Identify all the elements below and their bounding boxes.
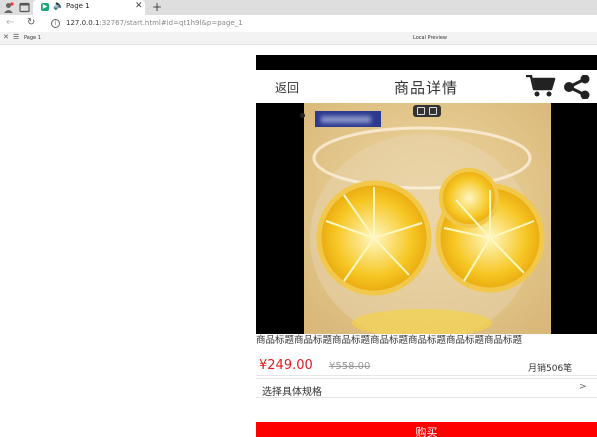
status-bar <box>256 55 597 70</box>
buy-button[interactable]: 购买 <box>256 422 597 437</box>
video-icon[interactable] <box>429 107 437 115</box>
new-tab-button[interactable]: + <box>152 0 162 15</box>
tab-actions-icon[interactable] <box>19 2 30 13</box>
spec-label: 选择具体规格 <box>262 387 322 398</box>
product-media[interactable] <box>256 103 597 334</box>
cart-icon[interactable] <box>526 75 556 97</box>
menu-icon[interactable]: ☰ <box>13 33 19 41</box>
page-selector[interactable]: Page 1 <box>24 35 41 41</box>
page-title: 商品详情 <box>394 79 459 97</box>
phone-preview: 返回 商品详情 商品标题商品标题商品标题商品标题商品标题商品标题商品标题 ¥24… <box>256 55 597 437</box>
share-icon[interactable] <box>563 75 591 99</box>
close-icon[interactable]: ✕ <box>3 33 9 41</box>
chevron-right-icon: > <box>579 382 587 392</box>
browser-tab[interactable]: ▶ 🔈 Page 1 ✕ <box>33 0 145 15</box>
profile-icon[interactable] <box>3 2 14 13</box>
preview-label: Local Preview <box>413 35 448 41</box>
monthly-sales: 月销506笔 <box>528 364 573 374</box>
price: ¥249.00 <box>259 358 313 373</box>
url-path: :32767/start.html#id=qt1h9l&p=page_1 <box>99 19 243 27</box>
back-button[interactable]: 返回 <box>275 79 299 96</box>
media-indicator <box>300 113 305 118</box>
buy-button-label: 购买 <box>415 426 438 437</box>
url-field[interactable]: 127.0.0.1:32767/start.html#id=qt1h9l&p=p… <box>66 19 243 27</box>
spec-selector[interactable]: 选择具体规格 > <box>256 378 597 398</box>
speaker-icon[interactable]: 🔈 <box>53 1 64 11</box>
original-price: ¥558.00 <box>329 361 371 372</box>
tab-title: Page 1 <box>66 2 90 10</box>
url-host: 127.0.0.1 <box>66 19 100 27</box>
price-row: ¥249.00 ¥558.00 月销506笔 <box>256 358 597 376</box>
badge <box>315 111 381 127</box>
address-bar: ← ↻ i 127.0.0.1:32767/start.html#id=qt1h… <box>0 15 597 32</box>
app-header: 返回 商品详情 <box>256 70 597 100</box>
image-icon[interactable] <box>417 107 425 115</box>
media-controls <box>413 105 441 117</box>
product-title: 商品标题商品标题商品标题商品标题商品标题商品标题商品标题 <box>256 335 523 346</box>
info-icon[interactable]: i <box>51 19 60 28</box>
product-image[interactable] <box>304 103 551 334</box>
browser-tab-bar: ▶ 🔈 Page 1 ✕ + <box>0 0 597 15</box>
close-icon[interactable]: ✕ <box>135 1 143 11</box>
reload-icon[interactable]: ↻ <box>27 17 35 29</box>
app-icon: ▶ <box>41 3 49 11</box>
preview-toolbar: ✕ ☰ Page 1 Local Preview <box>0 32 597 45</box>
back-arrow-icon[interactable]: ← <box>6 17 14 29</box>
